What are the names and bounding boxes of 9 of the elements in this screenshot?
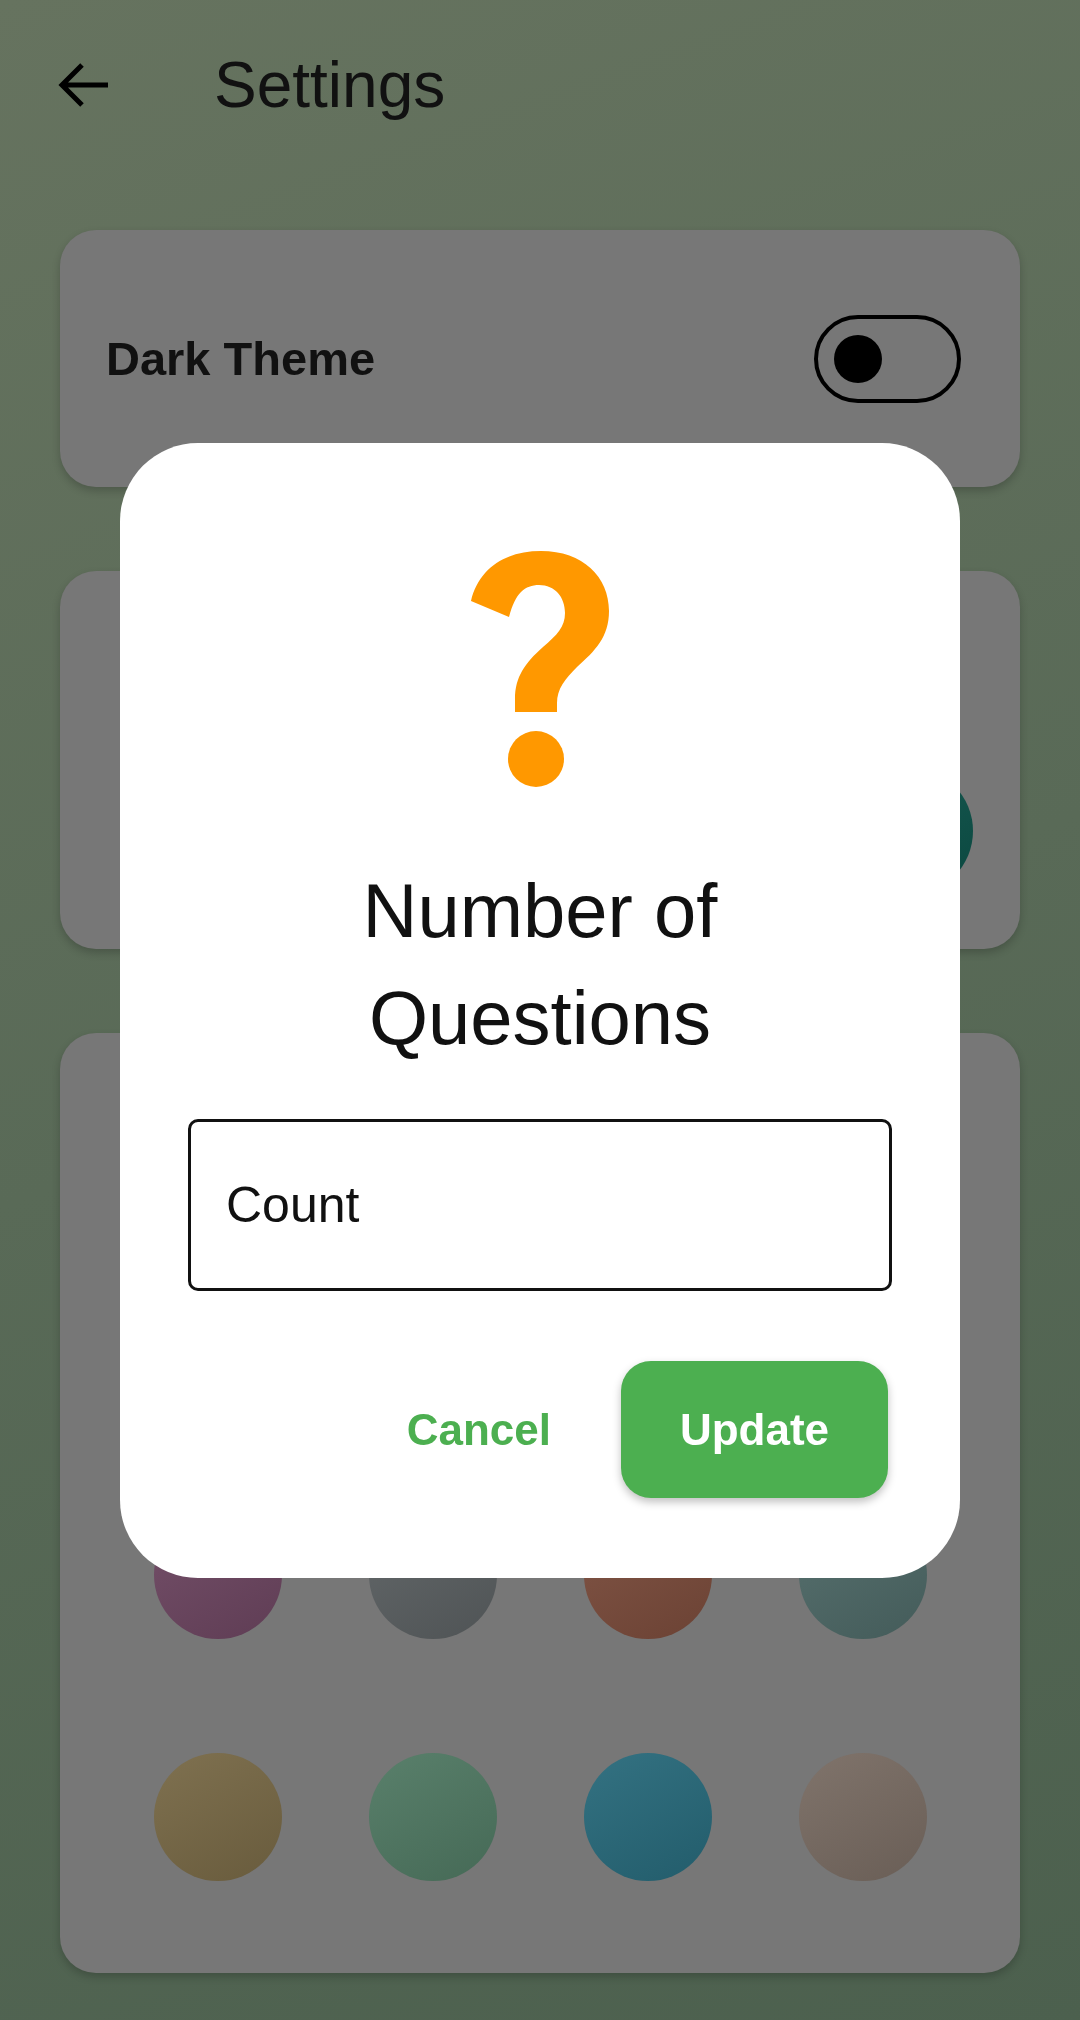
screen-title: Settings [214, 48, 446, 122]
back-arrow-icon [58, 62, 110, 108]
setting-label: Dark Theme [106, 331, 376, 386]
cancel-button[interactable]: Cancel [396, 1394, 561, 1465]
toggle-switch[interactable] [814, 314, 961, 403]
update-button[interactable]: Update [621, 1361, 888, 1498]
dialog-title: Number of Questions [361, 867, 719, 1062]
count-field[interactable]: Count [188, 1119, 892, 1291]
back-button[interactable] [58, 62, 110, 108]
